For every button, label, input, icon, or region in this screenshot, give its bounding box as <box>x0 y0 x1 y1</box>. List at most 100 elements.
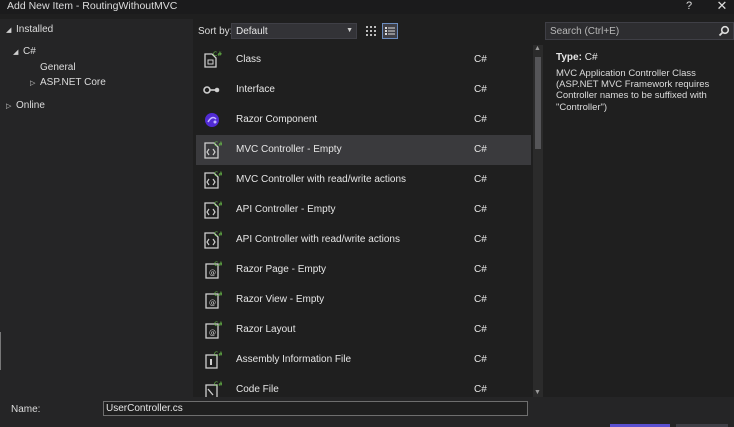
controller-icon: C# <box>202 230 223 250</box>
sort-by-dropdown[interactable]: Default ▼ <box>231 23 357 39</box>
svg-text:C#: C# <box>214 261 222 268</box>
tree-item-aspnet-core[interactable]: ▷ ASP.NET Core <box>30 76 106 90</box>
window-title: Add New Item - RoutingWithoutMVC <box>7 0 178 12</box>
template-name: Class <box>236 54 262 65</box>
collapse-triangle-icon: ◢ <box>6 27 12 34</box>
list-view-button[interactable] <box>382 23 398 39</box>
template-name: Razor Page - Empty <box>236 264 327 275</box>
template-row[interactable]: C# Class C# <box>196 45 531 75</box>
search-icon[interactable] <box>718 25 730 37</box>
scroll-thumb[interactable] <box>535 57 541 149</box>
template-name: MVC Controller - Empty <box>236 144 342 155</box>
template-name: Assembly Information File <box>236 354 352 365</box>
category-tree: ◢ Installed ◢ C# General ▷ ASP.NET Core ▷ On… <box>0 19 193 397</box>
template-name: API Controller - Empty <box>236 204 336 215</box>
list-scrollbar[interactable]: ▲ ▼ <box>533 45 543 397</box>
help-button[interactable]: ? <box>681 0 697 14</box>
template-row[interactable]: C# MVC Controller - Empty C# <box>196 135 531 165</box>
controller-icon: C# <box>202 200 223 220</box>
tree-item-label: General <box>40 62 76 73</box>
template-row[interactable]: Razor Component C# <box>196 105 531 135</box>
template-name: MVC Controller with read/write actions <box>236 174 407 185</box>
template-row[interactable]: C# Code File C# <box>196 375 531 397</box>
template-row[interactable]: C# API Controller - Empty C# <box>196 195 531 225</box>
template-language: C# <box>474 354 487 365</box>
template-language: C# <box>474 114 487 125</box>
template-language: C# <box>474 174 487 185</box>
template-name: Code File <box>236 384 279 395</box>
interface-icon <box>202 80 222 100</box>
razor-view-icon: C#@ <box>202 290 223 310</box>
template-language: C# <box>474 84 487 95</box>
assembly-info-icon: C# <box>202 350 223 370</box>
type-label: Type: <box>556 52 582 63</box>
svg-text:C#: C# <box>214 291 222 298</box>
chevron-down-icon: ▼ <box>346 27 353 34</box>
template-language: C# <box>474 384 487 395</box>
controller-icon: C# <box>202 170 223 190</box>
scroll-up-icon[interactable]: ▲ <box>534 45 541 52</box>
class-icon: C# <box>202 50 222 70</box>
svg-text:C#: C# <box>214 381 222 388</box>
window-edge <box>0 332 1 370</box>
template-name: Razor View - Empty <box>236 294 325 305</box>
template-name: Razor Layout <box>236 324 296 335</box>
template-row[interactable]: C# API Controller with read/write actions… <box>196 225 531 255</box>
grid-view-button[interactable] <box>364 24 378 38</box>
type-info: Type: C# <box>556 51 598 64</box>
template-row[interactable]: C#@Razor LayoutC# <box>196 315 531 345</box>
tree-item-installed[interactable]: ◢ Installed <box>6 23 53 37</box>
scroll-down-icon[interactable]: ▼ <box>534 389 541 396</box>
template-language: C# <box>474 324 487 335</box>
sort-by-label: Sort by: <box>198 26 233 37</box>
list-view-icon <box>385 27 395 35</box>
name-field[interactable]: UserController.cs <box>103 401 528 416</box>
template-language: C# <box>474 204 487 215</box>
svg-text:C#: C# <box>214 171 222 178</box>
template-description: MVC Application Controller Class (ASP.NE… <box>556 68 710 113</box>
svg-text:C#: C# <box>214 141 222 148</box>
template-name: API Controller with read/write actions <box>236 234 400 245</box>
svg-text:C#: C# <box>213 51 222 58</box>
tree-item-label: C# <box>23 46 36 57</box>
template-list: C# Class C# Interface C# Razor Component C# C# M… <box>196 45 531 397</box>
search-placeholder: Search (Ctrl+E) <box>550 26 620 37</box>
tree-item-label: Online <box>16 100 45 111</box>
tree-item-label: ASP.NET Core <box>40 77 106 88</box>
close-button[interactable]: ✕ <box>714 0 730 14</box>
tree-item-label: Installed <box>16 24 54 35</box>
template-name: Razor Component <box>236 114 318 125</box>
razor-layout-icon: C#@ <box>202 320 223 340</box>
template-row[interactable]: C# Assembly Information File C# <box>196 345 531 375</box>
name-label: Name: <box>11 404 41 415</box>
template-row[interactable]: C#@Razor View - EmptyC# <box>196 285 531 315</box>
template-row[interactable]: Interface C# <box>196 75 531 105</box>
svg-text:C#: C# <box>214 231 222 238</box>
collapse-triangle-icon: ◢ <box>13 49 19 56</box>
name-field-value: UserController.cs <box>106 403 183 414</box>
svg-text:@: @ <box>209 299 216 307</box>
template-language: C# <box>474 294 487 305</box>
grid-view-icon <box>366 26 376 36</box>
tree-item-online[interactable]: ▷ Online <box>6 99 45 113</box>
svg-text:C#: C# <box>214 321 222 328</box>
template-language: C# <box>474 264 487 275</box>
search-input[interactable]: Search (Ctrl+E) <box>545 22 734 40</box>
tree-item-csharp[interactable]: ◢ C# <box>13 45 36 59</box>
code-file-icon: C# <box>202 380 223 397</box>
expand-triangle-icon: ▷ <box>30 80 36 87</box>
razor-component-icon <box>202 110 222 130</box>
svg-text:C#: C# <box>214 351 222 358</box>
svg-text:C#: C# <box>214 201 222 208</box>
razor-page-icon: C#@ <box>202 260 223 280</box>
svg-text:@: @ <box>209 329 216 337</box>
controller-icon: C# <box>202 140 223 160</box>
template-language: C# <box>474 54 487 65</box>
template-language: C# <box>474 234 487 245</box>
template-name: Interface <box>236 84 275 95</box>
template-row[interactable]: C# MVC Controller with read/write actions… <box>196 165 531 195</box>
sort-by-value: Default <box>236 26 268 37</box>
tree-item-general[interactable]: General <box>40 61 76 75</box>
template-row[interactable]: C#@Razor Page - EmptyC# <box>196 255 531 285</box>
svg-text:@: @ <box>209 269 216 277</box>
